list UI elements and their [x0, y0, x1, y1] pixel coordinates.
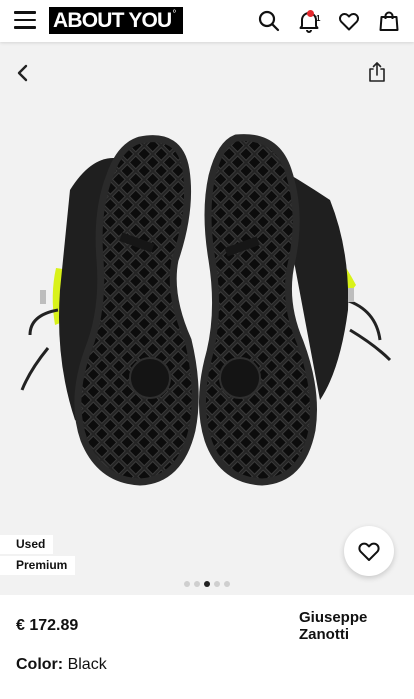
gallery-pagination — [184, 581, 230, 587]
gallery-dot[interactable] — [214, 581, 220, 587]
gallery-dot[interactable] — [224, 581, 230, 587]
notifications-button[interactable]: 1 — [297, 9, 321, 33]
bag-icon[interactable] — [377, 9, 401, 33]
notification-dot — [307, 10, 314, 17]
product-price: € 172.89 — [16, 617, 79, 634]
left-lace — [20, 308, 59, 391]
chevron-left-icon — [17, 64, 28, 82]
product-image[interactable] — [0, 120, 414, 560]
heart-icon — [338, 12, 360, 31]
gallery-dot-active[interactable] — [204, 581, 210, 587]
menu-icon[interactable] — [14, 11, 36, 29]
search-icon[interactable] — [257, 9, 281, 33]
product-color: Color: Black — [16, 656, 107, 674]
color-value: Black — [67, 656, 107, 673]
product-gallery[interactable]: Used Premium — [0, 42, 414, 595]
notification-count: 1 — [316, 14, 321, 23]
left-zipper — [40, 290, 46, 304]
back-button[interactable] — [10, 60, 36, 86]
share-icon — [369, 62, 385, 82]
gallery-dot[interactable] — [184, 581, 190, 587]
add-to-wishlist-button[interactable] — [344, 526, 394, 576]
logo[interactable]: ABOUT YOU° — [49, 7, 183, 34]
logo-text: ABOUT YOU — [53, 9, 172, 32]
top-header: ABOUT YOU° 1 — [0, 0, 414, 42]
right-lace — [345, 298, 392, 362]
wishlist-header-icon[interactable] — [337, 9, 361, 33]
right-zipper — [348, 288, 354, 302]
product-brand[interactable]: Giuseppe Zanotti — [299, 609, 409, 643]
right-sole-pivot — [219, 357, 261, 399]
share-button[interactable] — [365, 60, 389, 84]
heart-icon — [358, 542, 380, 561]
badge-premium: Premium — [0, 556, 76, 575]
badge-used: Used — [0, 535, 54, 554]
left-sole-pivot — [129, 357, 171, 399]
gallery-dot[interactable] — [194, 581, 200, 587]
color-label: Color: — [16, 656, 64, 673]
logo-mark: ° — [172, 9, 176, 20]
